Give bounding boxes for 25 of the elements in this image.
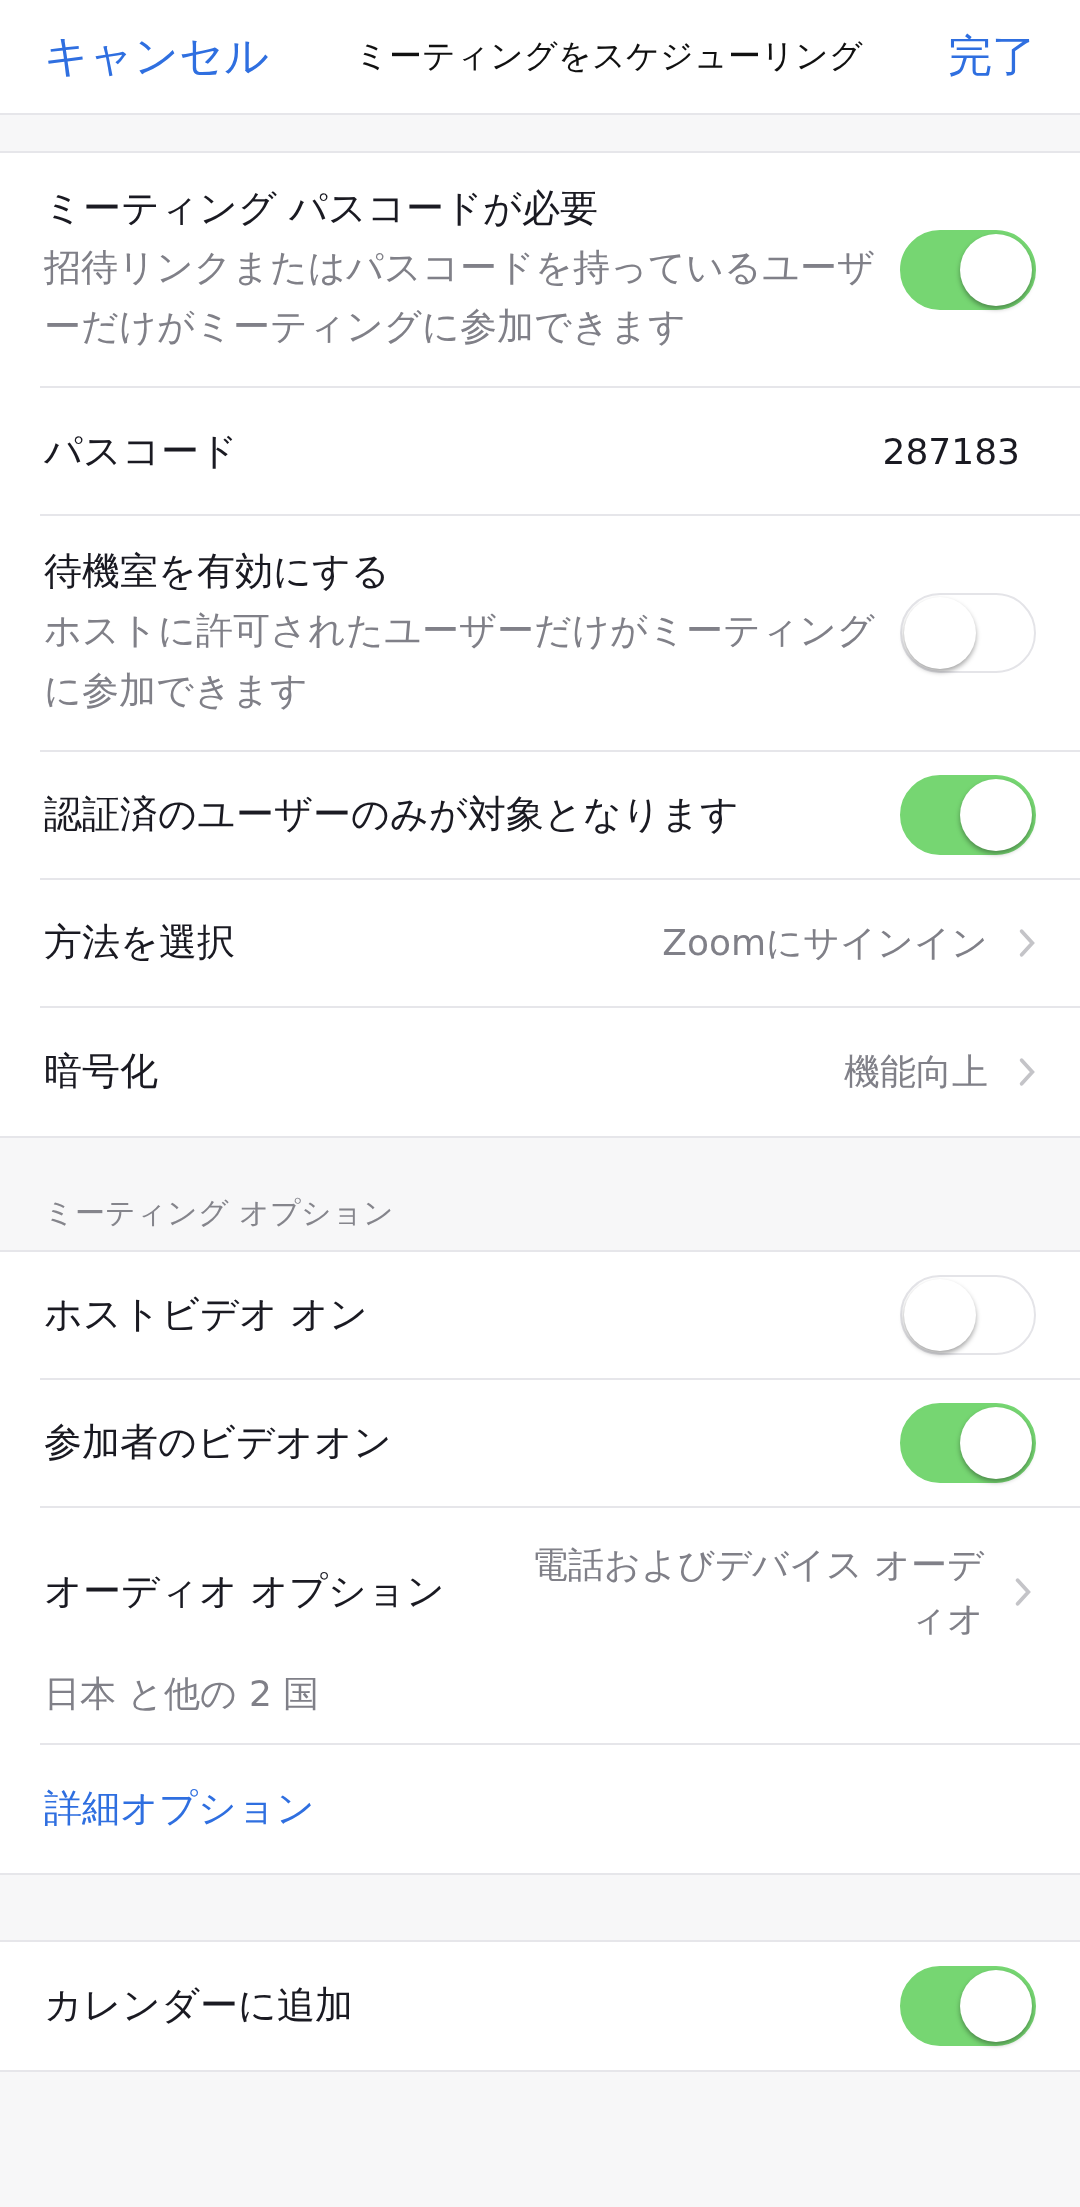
setting-description: ホストに許可されたユーザーだけがミーティングに参加できます xyxy=(44,608,876,714)
screen-title: ミーティングをスケジューリング xyxy=(354,35,863,77)
chevron-icon xyxy=(1018,1056,1036,1087)
chevron-icon xyxy=(1014,1576,1032,1607)
setting-label: ホストビデオ オン xyxy=(44,1291,370,1339)
setting-value[interactable]: Zoomにサインイン xyxy=(255,915,988,970)
cancel-button[interactable]: キャンセル xyxy=(44,27,269,86)
setting-value[interactable]: 電話およびデバイス オーディオ xyxy=(465,1537,984,1646)
setting-note: 日本 と他の 2 国 xyxy=(44,1671,321,1716)
setting-label: パスコード xyxy=(44,427,238,475)
setting-label: 認証済のユーザーのみが対象となります xyxy=(44,791,740,839)
setting-label: ミーティング パスコードが必要 xyxy=(44,185,600,232)
chevron-icon xyxy=(1018,927,1036,958)
setting-label: 暗号化 xyxy=(44,1048,158,1096)
setting-value: 287183 xyxy=(882,430,1020,472)
setting-label: 方法を選択 xyxy=(44,919,235,967)
setting-label: 参加者のビデオオン xyxy=(44,1419,393,1467)
advanced-options-link[interactable]: 詳細オプション xyxy=(44,1783,315,1835)
setting-label: カレンダーに追加 xyxy=(44,1982,354,2030)
setting-label: オーディオ オプション xyxy=(44,1568,446,1616)
done-button[interactable]: 完了 xyxy=(948,27,1036,86)
setting-description: 招待リンクまたはパスコードを持っているユーザーだけがミーティングに参加できます xyxy=(44,245,876,351)
setting-label: 待機室を有効にする xyxy=(44,548,391,596)
setting-value[interactable]: 機能向上 xyxy=(178,1044,988,1099)
section-header: ミーティング オプション xyxy=(44,1193,394,1232)
